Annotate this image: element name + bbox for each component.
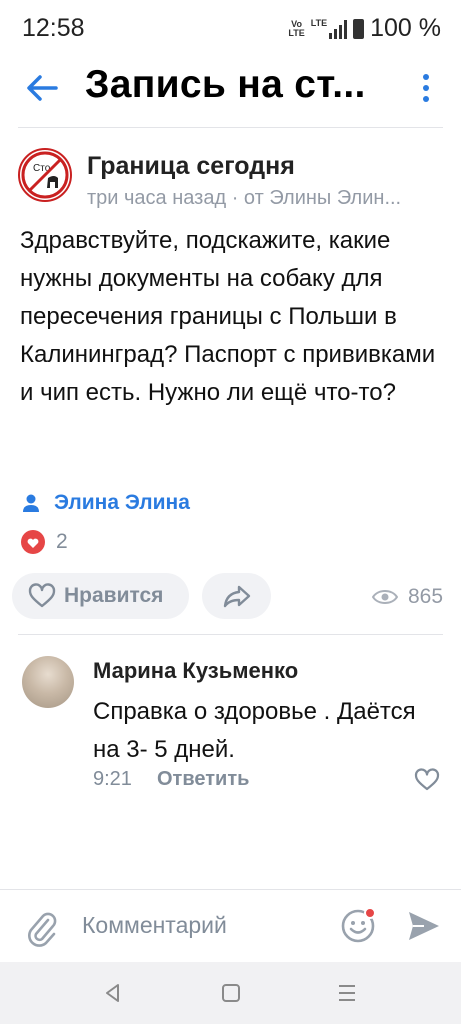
signal-icon: LTE [310, 17, 348, 39]
commenter-name[interactable]: Марина Кузьменко [93, 658, 298, 684]
status-time: 12:58 [22, 14, 85, 42]
share-button[interactable] [202, 573, 271, 619]
comment-composer [0, 889, 461, 962]
comment-input[interactable]: Комментарий [82, 912, 227, 939]
reactions-count: 2 [56, 530, 68, 553]
nav-back-icon[interactable] [103, 983, 123, 1008]
eye-icon [372, 590, 398, 604]
comment-text: Справка о здоровье . Даётся на 3- 5 дней… [93, 698, 416, 763]
status-bar: 12:58 Vo LTE LTE 100 % [0, 0, 461, 58]
post-meta: три часа назад · от Элины Элин... [87, 187, 402, 209]
views-count: 865 [408, 585, 444, 608]
attach-clip-icon[interactable] [24, 908, 58, 948]
views-counter: 865 [372, 585, 443, 609]
battery-icon [353, 18, 365, 39]
more-options-icon[interactable] [416, 70, 436, 106]
nav-home-icon[interactable] [221, 983, 241, 1008]
lte-label: LTE [310, 17, 328, 28]
post-text: Здравствуйте, подскажите, какие нужны до… [20, 227, 436, 406]
emoji-smile-icon[interactable] [339, 905, 379, 945]
header-divider [18, 127, 443, 128]
post-author[interactable]: Элина Элина [22, 491, 190, 515]
post-author-name: Элина Элина [54, 491, 190, 514]
comment-time: 9:21 [93, 768, 132, 790]
reactions-summary[interactable]: 2 [20, 529, 68, 555]
commenter-avatar[interactable] [22, 656, 74, 708]
like-button[interactable]: Нравится [12, 573, 189, 619]
person-icon [23, 494, 39, 512]
comment-like-icon[interactable] [414, 768, 440, 792]
battery-percent: 100 % [370, 14, 441, 42]
like-label: Нравится [64, 584, 164, 607]
reply-button[interactable]: Ответить [157, 768, 249, 791]
post-divider [18, 634, 443, 635]
nav-recents-icon[interactable] [336, 983, 358, 1008]
group-name[interactable]: Граница сегодня [87, 152, 295, 181]
heart-outline-icon [28, 583, 56, 608]
page-title: Запись на ст... [85, 63, 366, 106]
group-avatar[interactable]: Сто [18, 148, 72, 202]
send-icon[interactable] [406, 908, 442, 944]
status-icons: Vo LTE LTE 100 % [288, 14, 441, 43]
share-arrow-icon [223, 585, 250, 608]
heart-reaction-icon [21, 530, 45, 554]
volte-icon: Vo LTE [288, 18, 305, 38]
back-arrow-icon[interactable] [22, 68, 62, 108]
